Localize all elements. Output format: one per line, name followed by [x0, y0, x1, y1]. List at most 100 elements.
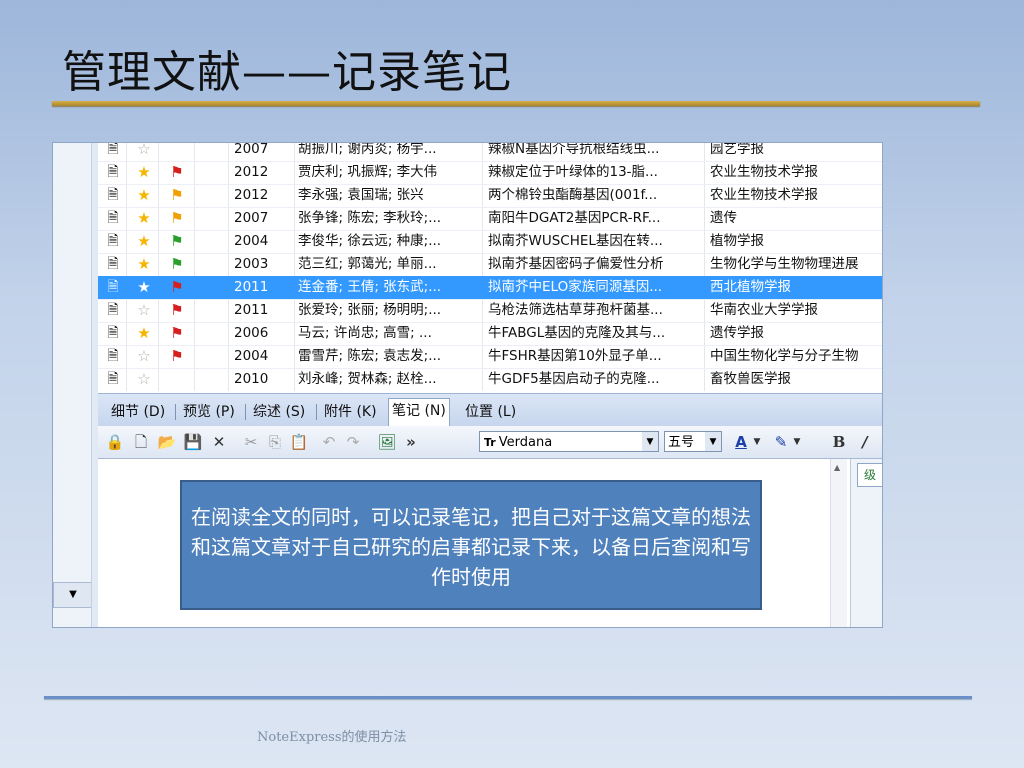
tab-preview[interactable]: 预览 (P): [180, 400, 238, 424]
copy-icon[interactable]: ⎘: [264, 431, 286, 453]
star-icon: ☆: [137, 143, 151, 158]
cell-authors: 连金番; 王倩; 张东武;...: [298, 279, 442, 295]
cut-icon[interactable]: ✂: [240, 431, 262, 453]
pane-dropdown-button[interactable]: ▼: [53, 582, 93, 608]
reference-table: 🗎 ☆ 2007 胡振川; 谢丙炎; 杨宇... 辣椒N基因介导抗根结线虫... 园艺学报…: [98, 143, 882, 391]
flag-icon: ⚑: [170, 301, 184, 319]
pane-splitter[interactable]: [91, 143, 98, 627]
font-select[interactable]: Tr Verdana ▼: [479, 431, 659, 452]
cell-title: 拟南芥WUSCHEL基因在转...: [488, 233, 663, 249]
cell-journal: 西北植物学报: [710, 279, 791, 295]
document-icon: 🗎: [107, 143, 119, 157]
star-icon: ★: [137, 186, 151, 204]
document-icon: 🗎: [107, 164, 119, 180]
cell-year: 2012: [234, 164, 269, 180]
open-folder-icon[interactable]: 📂: [156, 431, 178, 453]
cell-year: 2003: [234, 256, 269, 272]
cell-journal: 农业生物技术学报: [710, 164, 818, 180]
cell-title: 拟南芥中ELO家族同源基因...: [488, 279, 663, 295]
document-icon: 🗎: [107, 187, 119, 203]
tab-location[interactable]: 位置 (L): [462, 400, 519, 424]
font-size-select[interactable]: 五号 ▼: [664, 431, 722, 452]
slide-footer: NoteExpress的使用方法: [257, 730, 407, 745]
cell-title: 辣椒N基因介导抗根结线虫...: [488, 143, 660, 157]
table-row[interactable]: 🗎 ★ ⚑ 2011 连金番; 王倩; 张东武;... 拟南芥中ELO家族同源基因... 西…: [98, 276, 882, 300]
table-row[interactable]: 🗎 ★ ⚑ 2012 李永强; 袁国瑞; 张兴 两个棉铃虫酯酶基因(001f... 农业生物…: [98, 184, 882, 208]
cell-authors: 张爱玲; 张丽; 杨明明;...: [298, 302, 442, 318]
document-icon: 🗎: [107, 348, 119, 364]
table-row[interactable]: 🗎 ★ ⚑ 2007 张争锋; 陈宏; 李秋玲;... 南阳牛DGAT2基因PCR-RF.…: [98, 207, 882, 231]
star-icon: ☆: [137, 301, 151, 319]
cell-journal: 农业生物技术学报: [710, 187, 818, 203]
footer-divider: [44, 696, 972, 699]
table-row[interactable]: 🗎 ★ ⚑ 2004 李俊华; 徐云远; 种康;... 拟南芥WUSCHEL基因在转...…: [98, 230, 882, 254]
flag-icon: ⚑: [170, 347, 184, 365]
chevron-down-icon[interactable]: ▼: [752, 431, 762, 453]
flag-icon: ⚑: [170, 278, 184, 296]
detail-tab-bar: 细节 (D) 预览 (P) 综述 (S) 附件 (K) 笔记 (N) 位置 (L…: [98, 393, 882, 426]
font-color-button[interactable]: A: [730, 431, 752, 453]
table-row[interactable]: 🗎 ★ ⚑ 2003 范三红; 郭蔼光; 单丽... 拟南芥基因密码子偏爱性分析 生物化学与…: [98, 253, 882, 277]
tab-attachments[interactable]: 附件 (K): [321, 400, 380, 424]
cell-year: 2011: [234, 279, 269, 295]
document-icon: 🗎: [107, 325, 119, 341]
delete-icon[interactable]: ✕: [208, 431, 230, 453]
bold-button[interactable]: B: [828, 431, 850, 453]
star-icon: ★: [137, 324, 151, 342]
flag-icon: ⚑: [170, 186, 184, 204]
title-divider: [52, 101, 980, 106]
cell-journal: 中国生物化学与分子生物: [710, 348, 859, 364]
scroll-up-icon[interactable]: ▲: [834, 463, 840, 472]
save-icon[interactable]: 💾: [182, 431, 204, 453]
tab-notes[interactable]: 笔记 (N): [388, 398, 450, 426]
italic-icon[interactable]: /: [854, 431, 876, 453]
document-icon: 🗎: [107, 233, 119, 249]
cell-year: 2011: [234, 302, 269, 318]
table-row[interactable]: 🗎 ☆ 2010 刘永峰; 贺林森; 赵栓... 牛GDF5基因启动子的克隆... 畜牧兽…: [98, 368, 882, 391]
tab-details[interactable]: 细节 (D): [108, 400, 168, 424]
right-side-pane: 级: [850, 459, 882, 627]
star-icon: ★: [137, 209, 151, 227]
font-name: Verdana: [498, 435, 553, 450]
cell-authors: 李永强; 袁国瑞; 张兴: [298, 187, 424, 203]
cell-journal: 遗传: [710, 210, 737, 226]
table-row[interactable]: 🗎 ☆ ⚑ 2011 张爱玲; 张丽; 杨明明;... 乌枪法筛选枯草芽孢杆菌基... 华南…: [98, 299, 882, 323]
star-icon: ★: [137, 163, 151, 181]
more-tools-icon[interactable]: »: [404, 431, 418, 453]
document-icon: 🗎: [107, 279, 119, 295]
chevron-down-icon[interactable]: ▼: [792, 431, 802, 453]
flag-icon: ⚑: [170, 163, 184, 181]
cell-authors: 马云; 许尚忠; 高雪; ...: [298, 325, 432, 341]
document-icon: 🗎: [107, 302, 119, 318]
font-size-value: 五号: [668, 435, 695, 450]
cell-year: 2004: [234, 348, 269, 364]
highlight-icon[interactable]: ✎: [770, 431, 792, 453]
undo-icon[interactable]: ↶: [318, 431, 340, 453]
document-icon: 🗎: [107, 371, 119, 387]
new-doc-icon[interactable]: 🗋: [130, 431, 152, 453]
star-icon: ★: [137, 278, 151, 296]
cell-title: 牛FABGL基因的克隆及其与...: [488, 325, 666, 341]
flag-icon: ⚑: [170, 232, 184, 250]
tab-summary[interactable]: 综述 (S): [250, 400, 308, 424]
table-row[interactable]: 🗎 ☆ ⚑ 2004 雷雪芹; 陈宏; 袁志发;... 牛FSHR基因第10外显子单...…: [98, 345, 882, 369]
image-icon[interactable]: 🖼: [376, 431, 398, 453]
lock-icon[interactable]: 🔒: [104, 431, 126, 453]
cell-year: 2010: [234, 371, 269, 387]
paste-icon[interactable]: 📋: [288, 431, 310, 453]
slide-title: 管理文献——记录笔记: [62, 47, 512, 98]
table-row[interactable]: 🗎 ★ ⚑ 2012 贾庆利; 巩振辉; 李大伟 辣椒定位于叶绿体的13-脂... 农业生物…: [98, 161, 882, 185]
cell-title: 牛FSHR基因第10外显子单...: [488, 348, 662, 364]
cell-journal: 遗传学报: [710, 325, 764, 341]
cell-authors: 张争锋; 陈宏; 李秋玲;...: [298, 210, 442, 226]
cell-journal: 华南农业大学学报: [710, 302, 818, 318]
table-row[interactable]: 🗎 ★ ⚑ 2006 马云; 许尚忠; 高雪; ... 牛FABGL基因的克隆及其与...…: [98, 322, 882, 346]
star-icon: ☆: [137, 347, 151, 365]
redo-icon[interactable]: ↷: [342, 431, 364, 453]
cell-journal: 植物学报: [710, 233, 764, 249]
table-row[interactable]: 🗎 ☆ 2007 胡振川; 谢丙炎; 杨宇... 辣椒N基因介导抗根结线虫... 园艺学报: [98, 143, 882, 162]
flag-icon: ⚑: [170, 324, 184, 342]
cell-title: 牛GDF5基因启动子的克隆...: [488, 371, 660, 387]
side-tab[interactable]: 级: [857, 463, 882, 487]
editor-scrollbar[interactable]: ▲: [830, 459, 847, 627]
